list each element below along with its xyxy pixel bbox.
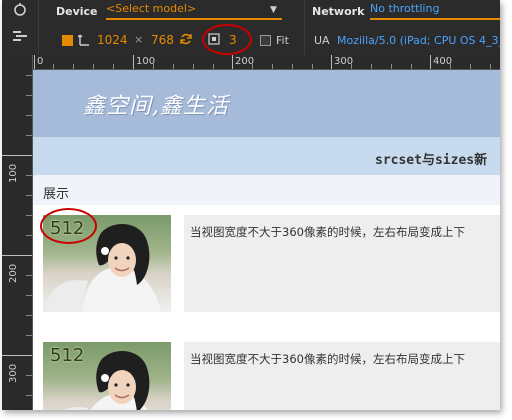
ruler-tick-label: 300 <box>334 56 354 67</box>
emulated-viewport[interactable]: 鑫空间,鑫生活 srcset与sizes新 展示 512 当视图宽度不大于360… <box>33 70 500 410</box>
ruler-minor-tick <box>411 64 412 69</box>
image-width-badge: 512 <box>50 345 85 366</box>
ruler-tick-label: 400 <box>433 56 453 67</box>
ruler-minor-tick <box>173 64 174 69</box>
ruler-tick-label: 200 <box>8 263 19 283</box>
ruler-minor-tick <box>490 64 491 69</box>
list-item: 512 当视图宽度不大于360像素的时候，左右布局变成上下 <box>43 215 500 312</box>
ruler-minor-tick <box>26 135 32 136</box>
vertical-ruler: 100 200 300 <box>2 55 33 410</box>
list-item: 512 当视图宽度不大于360像素的时候，左右布局变成上下 <box>43 342 500 410</box>
chevron-down-icon[interactable]: ▼ <box>270 5 277 15</box>
ruler-minor-tick <box>26 235 32 236</box>
ruler-minor-tick <box>213 64 214 69</box>
ruler-minor-tick <box>26 215 32 216</box>
card-description: 当视图宽度不大于360像素的时候，左右布局变成上下 <box>190 225 465 239</box>
ruler-minor-tick <box>26 375 32 376</box>
ruler-tick-label: 100 <box>8 163 19 183</box>
ruler-minor-tick <box>73 64 74 69</box>
card-description: 当视图宽度不大于360像素的时候，左右布局变成上下 <box>190 352 465 366</box>
viewport-height-input[interactable]: 768 <box>151 33 174 47</box>
ruler-minor-tick <box>292 64 293 69</box>
ruler-minor-tick <box>113 64 114 69</box>
horizontal-ruler: 0 100 200 300 400 <box>32 55 500 70</box>
ruler-minor-tick <box>193 64 194 69</box>
ruler-minor-tick <box>26 115 32 116</box>
section-bar: 展示 <box>33 175 500 205</box>
page-title: srcset与sizes新 <box>375 153 488 168</box>
ruler-major-tick <box>34 55 35 69</box>
network-label: Network <box>312 5 365 18</box>
ruler-minor-tick <box>391 64 392 69</box>
device-model-value: <Select model> <box>106 2 197 15</box>
viewport-width-input[interactable]: 1024 <box>97 33 128 47</box>
device-toolbar: Device <Select model> ▼ Network No throt… <box>2 0 500 55</box>
card-text-box: 当视图宽度不大于360像素的时候，左右布局变成上下 <box>184 215 500 312</box>
ruler-major-tick <box>2 355 32 356</box>
fit-checkbox[interactable] <box>260 35 271 46</box>
ruler-major-tick <box>2 155 32 156</box>
ruler-minor-tick <box>26 395 32 396</box>
ruler-tick-label: 0 <box>37 56 44 67</box>
section-label: 展示 <box>43 187 70 202</box>
devtools-window: Device <Select model> ▼ Network No throt… <box>2 0 500 410</box>
ruler-major-tick <box>232 55 233 69</box>
emulate-resolution-checkbox[interactable] <box>62 35 73 46</box>
ruler-minor-tick <box>371 64 372 69</box>
site-header: 鑫空间,鑫生活 <box>33 70 500 137</box>
ruler-major-tick <box>430 55 431 69</box>
times-symbol: × <box>134 33 144 46</box>
card-photo: 512 <box>43 342 171 410</box>
ruler-major-tick <box>331 55 332 69</box>
user-agent-input[interactable]: Mozilla/5.0 (iPad; CPU OS 4_3_5 <box>337 34 500 47</box>
ruler-minor-tick <box>26 175 32 176</box>
ruler-minor-tick <box>470 64 471 69</box>
title-bar: srcset与sizes新 <box>33 137 500 175</box>
ruler-minor-tick <box>26 95 32 96</box>
ruler-minor-tick <box>312 64 313 69</box>
ua-label: UA <box>314 34 330 47</box>
ruler-minor-tick <box>26 275 32 276</box>
ruler-major-tick <box>133 55 134 69</box>
throttle-value: No throttling <box>370 2 440 15</box>
ruler-minor-tick <box>26 195 32 196</box>
annotation-circle <box>40 208 97 244</box>
ruler-minor-tick <box>26 315 32 316</box>
ruler-minor-tick <box>93 64 94 69</box>
swap-dimensions-icon[interactable] <box>179 32 193 46</box>
fit-label: Fit <box>276 34 289 47</box>
resize-icon <box>78 34 89 46</box>
ruler-minor-tick <box>272 64 273 69</box>
network-throttle-select[interactable]: No throttling <box>370 2 500 20</box>
ruler-tick-label: 100 <box>136 56 156 67</box>
ruler-minor-tick <box>26 75 32 76</box>
site-logo[interactable]: 鑫空间,鑫生活 <box>83 88 229 120</box>
device-label: Device <box>56 5 98 18</box>
ruler-tick-label: 300 <box>8 363 19 383</box>
device-model-select[interactable]: <Select model> <box>106 2 282 20</box>
ruler-minor-tick <box>53 64 54 69</box>
ruler-minor-tick <box>26 295 32 296</box>
ruler-minor-tick <box>26 335 32 336</box>
ruler-major-tick <box>2 255 32 256</box>
annotation-circle <box>202 24 252 55</box>
card-text-box: 当视图宽度不大于360像素的时候，左右布局变成上下 <box>184 342 500 410</box>
ruler-tick-label: 200 <box>235 56 255 67</box>
